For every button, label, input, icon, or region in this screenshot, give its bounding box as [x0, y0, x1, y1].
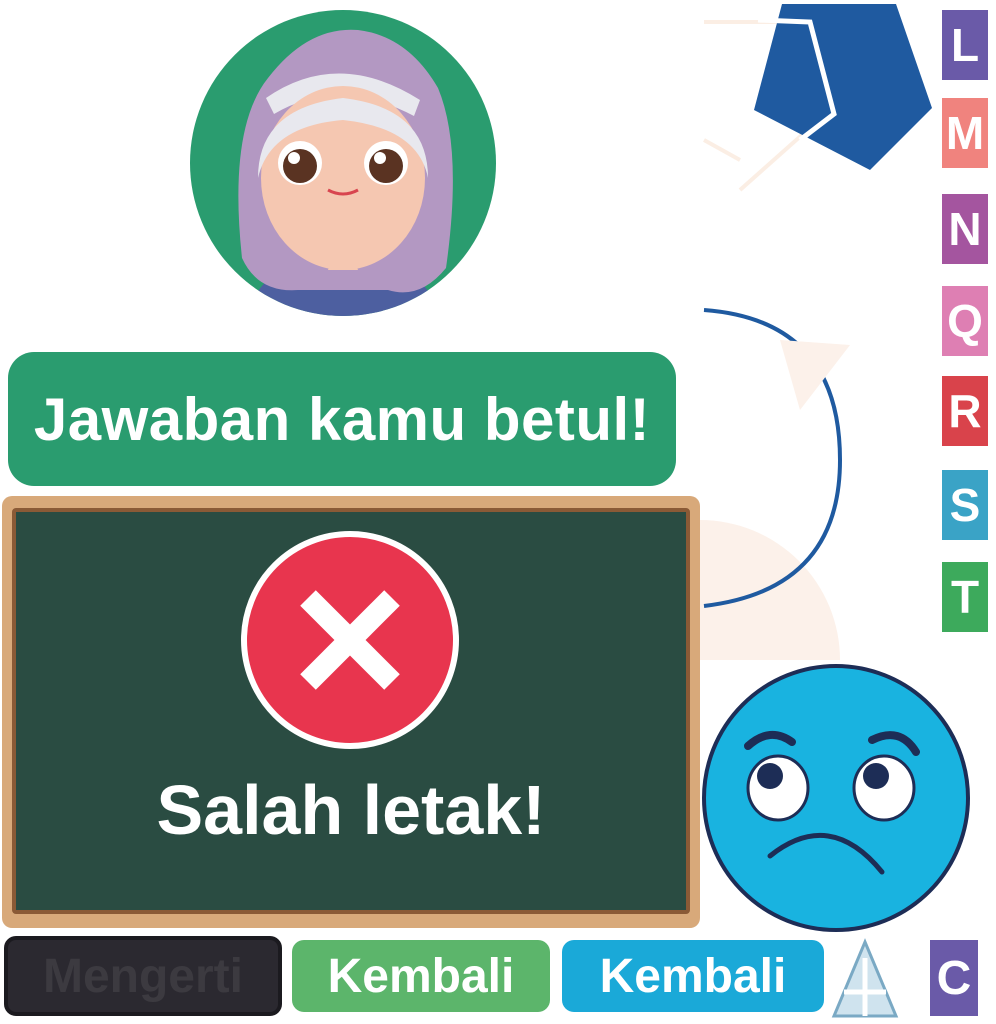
wrong-message: Salah letak! [156, 771, 546, 849]
letter-tile-q[interactable]: Q [942, 286, 988, 356]
back-button-green[interactable]: Kembali [292, 940, 550, 1012]
letter-tile-t[interactable]: T [942, 562, 988, 632]
worried-face-icon [702, 664, 970, 932]
pentagon-shape-icon [703, 4, 932, 192]
x-circle-icon [241, 531, 459, 749]
triangle-shape-icon [831, 938, 899, 1018]
hijab-girl-avatar [190, 10, 496, 316]
letter-tile-r[interactable]: R [942, 376, 988, 446]
letter-tile-n[interactable]: N [942, 194, 988, 264]
letter-tile-m[interactable]: M [942, 98, 988, 168]
understand-button[interactable]: Mengerti [4, 936, 282, 1016]
success-banner: Jawaban kamu betul! [8, 352, 676, 486]
success-message: Jawaban kamu betul! [33, 385, 651, 453]
letter-tile-c[interactable]: C [930, 940, 978, 1016]
back-button-blue[interactable]: Kembali [562, 940, 824, 1012]
letter-tile-l[interactable]: L [942, 10, 988, 80]
curved-arrow-icon [700, 308, 850, 660]
letter-tile-s[interactable]: S [942, 470, 988, 540]
